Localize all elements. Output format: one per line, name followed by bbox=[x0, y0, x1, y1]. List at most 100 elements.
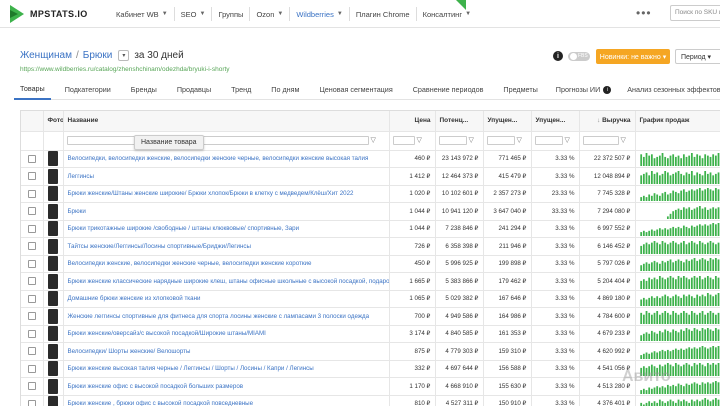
tab-trend[interactable]: Тренд bbox=[231, 80, 251, 100]
product-name[interactable]: Велосипедки женские, велосипедки женские… bbox=[63, 255, 390, 273]
more-icon[interactable]: ••• bbox=[636, 6, 652, 20]
tab-subcategories[interactable]: Подкатегории bbox=[65, 80, 111, 100]
row-checkbox[interactable] bbox=[27, 207, 36, 216]
tab-subjects[interactable]: Предметы bbox=[503, 80, 537, 100]
table-row[interactable]: Брюки женские/оверсайз/с высокой посадко… bbox=[21, 325, 720, 343]
row-checkbox[interactable] bbox=[27, 224, 36, 233]
table-row[interactable]: Леггинсы 1 412 ₽12 464 373 ₽415 479 ₽3.33… bbox=[21, 167, 720, 186]
price-filter-input[interactable] bbox=[392, 135, 415, 145]
potential-filter-input[interactable] bbox=[438, 135, 467, 145]
category-dropdown[interactable]: ▾ bbox=[118, 50, 130, 61]
table-row[interactable]: Женские леггинсы спортивные для фитнеса … bbox=[21, 307, 720, 326]
product-photo[interactable] bbox=[48, 378, 58, 394]
row-checkbox[interactable] bbox=[27, 154, 36, 163]
row-checkbox[interactable] bbox=[27, 189, 36, 198]
table-row[interactable]: Брюки женские , брюки офис с высокой пос… bbox=[21, 395, 720, 406]
category-url[interactable]: https://www.wildberries.ru/catalog/zhens… bbox=[20, 66, 230, 73]
row-checkbox[interactable] bbox=[27, 294, 36, 303]
info-icon[interactable]: i bbox=[553, 51, 563, 61]
product-name[interactable]: Брюки женские/оверсайз/с высокой посадко… bbox=[63, 325, 390, 343]
product-name[interactable]: Брюки женские классические нарядные широ… bbox=[63, 272, 390, 291]
logo[interactable]: MPSTATS.IO bbox=[10, 5, 88, 23]
product-name[interactable]: Брюки трикотажные широкие /свободные / ш… bbox=[63, 220, 390, 238]
nav-seo[interactable]: SEO ▼ bbox=[175, 0, 212, 28]
row-checkbox[interactable] bbox=[27, 242, 36, 251]
period-button[interactable]: Период ▾ bbox=[675, 49, 720, 64]
tab-price-segmentation[interactable]: Ценовая сегментация bbox=[319, 80, 392, 100]
product-photo[interactable] bbox=[48, 291, 58, 307]
search-input[interactable]: Поиск по SKU или bbox=[670, 5, 720, 21]
lost-filter-input[interactable] bbox=[486, 135, 515, 145]
tab-brands[interactable]: Бренды bbox=[131, 80, 157, 100]
row-checkbox[interactable] bbox=[27, 172, 36, 181]
product-photo[interactable] bbox=[48, 256, 58, 272]
filter-icon[interactable]: ▽ bbox=[417, 137, 422, 144]
tab-seasonal-effects[interactable]: Анализ сезонных эффектов★ bbox=[627, 80, 720, 100]
tab-period-comparison[interactable]: Сравнение периодов bbox=[413, 80, 484, 100]
lost-pct-filter-input[interactable] bbox=[534, 135, 563, 145]
row-checkbox[interactable] bbox=[27, 399, 36, 406]
nav-ozon[interactable]: Ozon ▼ bbox=[250, 0, 289, 28]
nav-wildberries[interactable]: Wildberries ▼ bbox=[290, 0, 348, 28]
row-checkbox[interactable] bbox=[27, 277, 36, 286]
header-name[interactable]: Название bbox=[63, 111, 390, 132]
name-filter-input[interactable] bbox=[66, 135, 369, 145]
table-row[interactable]: Велосипедки женские, велосипедки женские… bbox=[21, 255, 720, 273]
product-name[interactable]: Брюки женские офис с высокой посадкой бо… bbox=[63, 377, 390, 396]
product-photo[interactable] bbox=[48, 396, 58, 406]
row-checkbox[interactable] bbox=[27, 347, 36, 356]
table-row[interactable]: Домашние брюки женские из хлопковой ткан… bbox=[21, 290, 720, 308]
revenue-filter-input[interactable] bbox=[582, 135, 619, 145]
nav-groups[interactable]: Группы bbox=[212, 0, 249, 28]
product-name[interactable]: Брюки женские/Штаны женские широкие/ Брю… bbox=[63, 185, 390, 203]
product-photo[interactable] bbox=[48, 168, 58, 184]
header-revenue[interactable]: ↓ Выручка bbox=[579, 111, 636, 132]
row-checkbox[interactable] bbox=[27, 329, 36, 338]
header-price[interactable]: Цена bbox=[389, 111, 436, 132]
product-name[interactable]: Велосипедки, велосипедки женские, велоси… bbox=[63, 150, 390, 168]
product-photo[interactable] bbox=[48, 203, 58, 219]
table-row[interactable]: Брюки 1 044 ₽10 941 120 ₽3 647 040 ₽33.33… bbox=[21, 202, 720, 221]
product-photo[interactable] bbox=[48, 361, 58, 377]
product-photo[interactable] bbox=[48, 343, 58, 359]
filter-icon[interactable]: ▽ bbox=[469, 137, 474, 144]
table-row[interactable]: Тайтсы женские/Леггинсы/Лосины спортивны… bbox=[21, 237, 720, 256]
tab-ai-forecasts[interactable]: Прогнозы ИИ i bbox=[556, 80, 612, 100]
row-checkbox[interactable] bbox=[27, 364, 36, 373]
table-row[interactable]: Велосипедки, велосипедки женские, велоси… bbox=[21, 150, 720, 168]
new-items-filter-button[interactable]: Новинки: не важно ▾ bbox=[596, 49, 670, 64]
filter-icon[interactable]: ▽ bbox=[621, 137, 626, 144]
product-name[interactable]: Тайтсы женские/Леггинсы/Лосины спортивны… bbox=[63, 237, 390, 256]
header-lost-pct[interactable]: Упущен... bbox=[531, 111, 580, 132]
header-lost[interactable]: Упущен... bbox=[483, 111, 532, 132]
breadcrumb-women[interactable]: Женщинам bbox=[20, 50, 72, 61]
row-checkbox[interactable] bbox=[27, 259, 36, 268]
header-potential[interactable]: Потенц... bbox=[435, 111, 484, 132]
row-checkbox[interactable] bbox=[27, 382, 36, 391]
table-row[interactable]: Брюки женские высокая талия черные / Лег… bbox=[21, 360, 720, 378]
product-name[interactable]: Домашние брюки женские из хлопковой ткан… bbox=[63, 290, 390, 308]
product-photo[interactable] bbox=[48, 238, 58, 254]
product-photo[interactable] bbox=[48, 308, 58, 324]
product-name[interactable]: Велосипедки/ Шорты женские/ Велошорты bbox=[63, 342, 390, 361]
filter-icon[interactable]: ▽ bbox=[565, 137, 570, 144]
filter-icon[interactable]: ▽ bbox=[517, 137, 522, 144]
row-checkbox[interactable] bbox=[27, 312, 36, 321]
table-row[interactable]: Брюки женские офис с высокой посадкой бо… bbox=[21, 377, 720, 396]
nav-cabinet-wb[interactable]: Кабинет WB ▼ bbox=[110, 0, 174, 28]
product-photo[interactable] bbox=[48, 273, 58, 289]
product-photo[interactable] bbox=[48, 326, 58, 342]
tab-products[interactable]: Товары bbox=[14, 80, 51, 100]
nav-chrome-plugin[interactable]: Плагин Chrome bbox=[350, 0, 416, 28]
product-photo[interactable] bbox=[48, 186, 58, 202]
breadcrumb-trousers[interactable]: Брюки bbox=[83, 50, 113, 61]
filter-icon[interactable]: ▽ bbox=[371, 137, 376, 144]
nav-consulting[interactable]: Консалтинг ▼ bbox=[417, 0, 477, 28]
product-name[interactable]: Брюки bbox=[63, 202, 390, 221]
product-name[interactable]: Брюки женские высокая талия черные / Лег… bbox=[63, 360, 390, 378]
tab-by-days[interactable]: По дням bbox=[271, 80, 299, 100]
product-name[interactable]: Леггинсы bbox=[63, 167, 390, 186]
product-name[interactable]: Брюки женские , брюки офис с высокой пос… bbox=[63, 395, 390, 406]
table-row[interactable]: Брюки женские классические нарядные широ… bbox=[21, 272, 720, 291]
product-photo[interactable] bbox=[48, 151, 58, 167]
